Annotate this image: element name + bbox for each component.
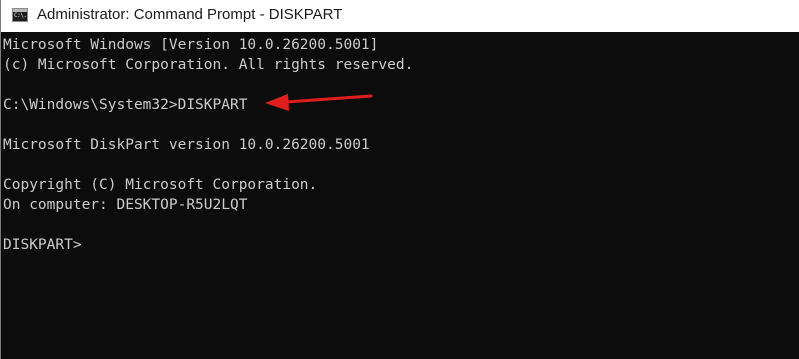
console-line-version: Microsoft Windows [Version 10.0.26200.50… xyxy=(3,37,379,53)
console-line-diskpart-version: Microsoft DiskPart version 10.0.26200.50… xyxy=(3,137,370,153)
icon-prompt-glyph: C:\. xyxy=(14,12,27,19)
command-prompt-icon: C:\. xyxy=(12,8,28,22)
window-title: Administrator: Command Prompt - DISKPART xyxy=(37,6,343,23)
console-line-diskpart-prompt: DISKPART> xyxy=(3,237,82,253)
console-line-diskpart-copyright: Copyright (C) Microsoft Corporation. xyxy=(3,177,318,193)
console-output[interactable]: Microsoft Windows [Version 10.0.26200.50… xyxy=(1,32,799,359)
command-prompt-window: C:\. Administrator: Command Prompt - DIS… xyxy=(0,0,799,359)
title-bar[interactable]: C:\. Administrator: Command Prompt - DIS… xyxy=(1,0,799,32)
console-line-command: C:\Windows\System32>DISKPART xyxy=(3,97,248,113)
console-line-copyright: (c) Microsoft Corporation. All rights re… xyxy=(3,57,414,73)
console-line-computer-name: On computer: DESKTOP-R5U2LQT xyxy=(3,197,248,213)
